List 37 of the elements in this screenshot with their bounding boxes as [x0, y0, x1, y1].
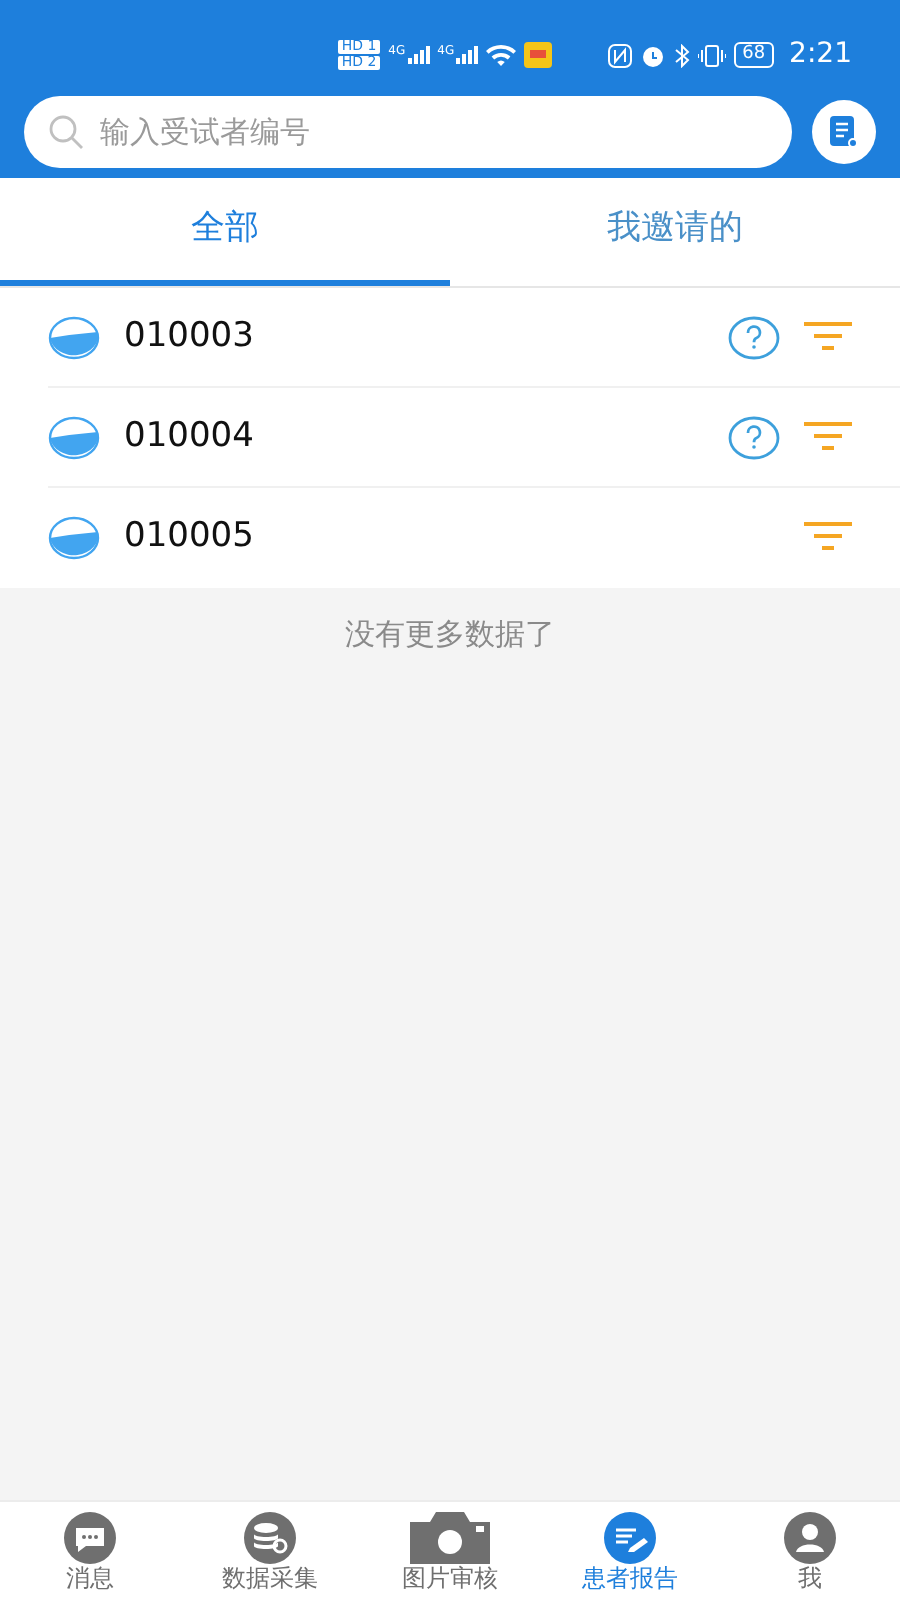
- nav-tab[interactable]: 我: [720, 1502, 900, 1600]
- question-icon[interactable]: [728, 415, 780, 459]
- nfc-icon: [608, 43, 633, 67]
- half-filled-circle-icon: [48, 415, 100, 459]
- filter-icon[interactable]: [804, 522, 852, 554]
- chat-bubble-icon: [58, 1512, 122, 1564]
- signal-icon: [407, 46, 430, 64]
- no-more-data-text: 没有更多数据了: [345, 614, 555, 656]
- document-button[interactable]: [812, 100, 876, 164]
- subject-id[interactable]: 010005: [124, 512, 780, 564]
- camera-icon: [410, 1512, 490, 1564]
- status-time: 2:21: [789, 36, 852, 74]
- person-icon: [778, 1512, 842, 1564]
- nav-tab[interactable]: 数据采集: [180, 1502, 360, 1600]
- vibrate-icon: [698, 43, 727, 67]
- signal-icon: [456, 46, 479, 64]
- wifi-icon: [486, 44, 517, 66]
- question-icon[interactable]: [728, 315, 780, 359]
- nav-tab[interactable]: 患者报告: [540, 1502, 720, 1600]
- bluetooth-icon: [674, 43, 691, 67]
- half-filled-circle-icon: [48, 516, 100, 560]
- battery-indicator: 68: [734, 42, 774, 68]
- document-icon: [830, 116, 858, 148]
- database-search-icon: [238, 1512, 302, 1564]
- alarm-icon: [640, 43, 667, 67]
- filter-icon[interactable]: [804, 421, 852, 453]
- nav-tab[interactable]: 图片审核: [360, 1502, 540, 1600]
- tab[interactable]: 我邀请的: [450, 178, 900, 286]
- search-icon: [48, 114, 84, 150]
- subject-id[interactable]: 010004: [124, 411, 728, 463]
- app-notification-icon: [524, 42, 553, 68]
- nav-tab[interactable]: 消息: [0, 1502, 180, 1600]
- search-field[interactable]: 输入受试者编号: [24, 96, 792, 168]
- report-pencil-icon: [598, 1512, 662, 1564]
- half-filled-circle-icon: [48, 315, 100, 359]
- subject-id[interactable]: 010003: [124, 311, 728, 363]
- filter-icon[interactable]: [804, 321, 852, 353]
